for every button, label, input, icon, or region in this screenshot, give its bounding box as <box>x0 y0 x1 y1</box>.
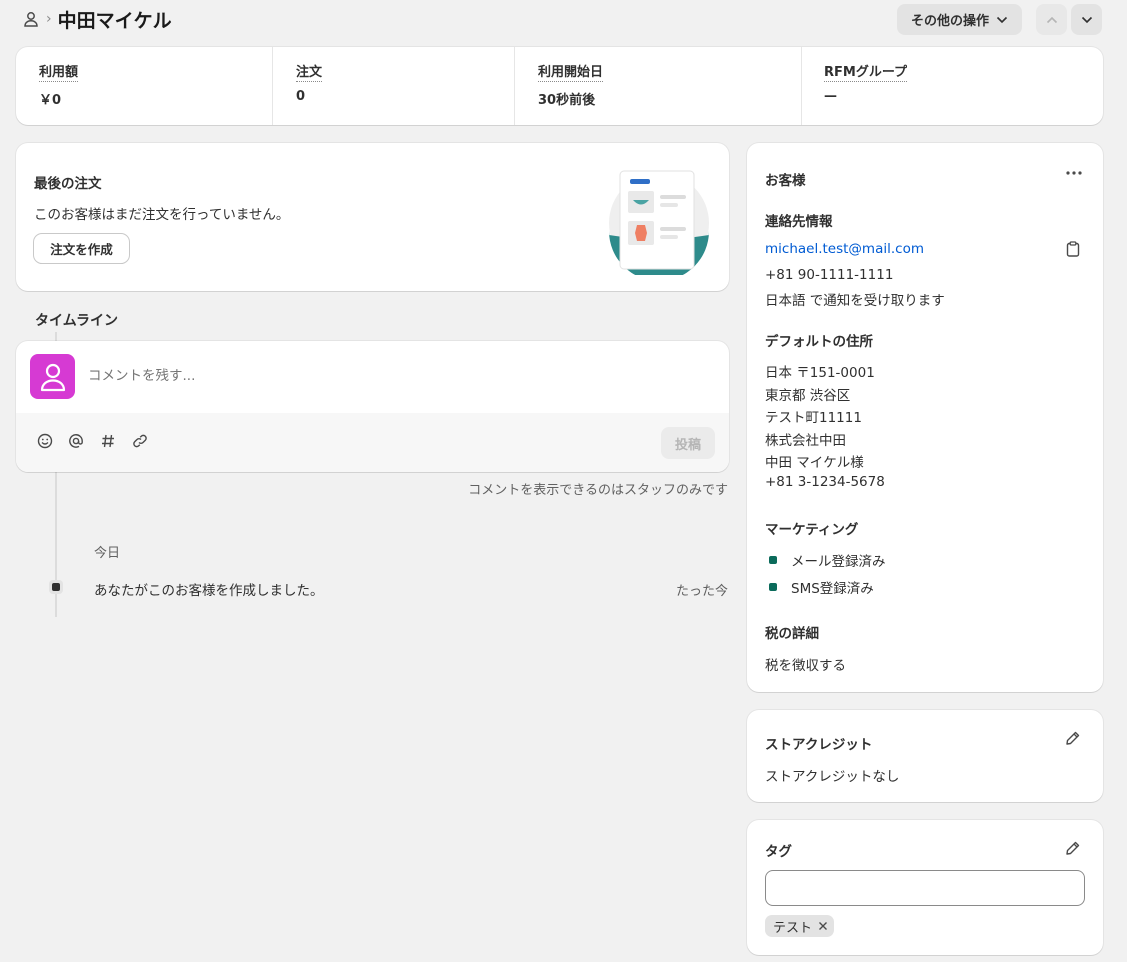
timeline-event-time: たった今 <box>675 584 728 599</box>
post-button[interactable]: 投稿 <box>661 427 715 459</box>
metric-value: 30秒前後 <box>538 93 596 108</box>
clipboard-icon[interactable] <box>1066 241 1080 257</box>
tax-heading: 税の詳細 <box>765 626 819 642</box>
more-horizontal-icon[interactable] <box>1065 170 1083 176</box>
empty-orders-illustration <box>606 165 712 281</box>
timeline-title: タイムライン <box>35 313 119 329</box>
marketing-heading: マーケティング <box>765 522 859 538</box>
more-actions-button[interactable]: その他の操作 <box>897 4 1022 35</box>
tags-card: タグ テスト <box>747 820 1103 955</box>
store-credit-value: ストアクレジットなし <box>765 769 900 785</box>
chevron-up-icon <box>1046 16 1058 24</box>
store-credit-title: ストアクレジット <box>765 737 873 753</box>
store-credit-card: ストアクレジット ストアクレジットなし <box>747 710 1103 802</box>
previous-customer-button[interactable] <box>1036 4 1067 35</box>
breadcrumb-separator-icon: › <box>46 11 52 27</box>
avatar <box>30 354 75 399</box>
page-title: 中田マイケル <box>57 9 172 32</box>
comment-toolbar <box>16 413 729 472</box>
customer-card-title: お客様 <box>765 173 806 189</box>
remove-tag-icon[interactable] <box>818 921 828 931</box>
last-order-title: 最後の注文 <box>34 176 102 192</box>
metric-label[interactable]: 注文 <box>296 61 323 82</box>
metric-label[interactable]: 利用開始日 <box>538 61 604 82</box>
last-order-description: このお客様はまだ注文を行っていません。 <box>34 207 290 223</box>
metric-label[interactable]: 利用額 <box>39 61 79 82</box>
metric-customer-since: 利用開始日 30秒前後 <box>538 61 604 108</box>
notification-language: 日本語 で通知を受け取ります <box>765 293 945 309</box>
post-label: 投稿 <box>674 437 701 453</box>
marketing-item-email: メール登録済み <box>769 550 886 570</box>
address-line: +81 3-1234-5678 <box>765 474 885 490</box>
customer-phone: +81 90-1111-1111 <box>765 267 894 283</box>
metric-value: — <box>824 89 837 104</box>
comment-input[interactable] <box>88 363 688 389</box>
metric-orders: 注文 0 <box>296 61 323 104</box>
metric-divider <box>272 47 273 125</box>
tag-chip: テスト <box>765 915 835 937</box>
mention-icon[interactable] <box>68 433 84 449</box>
person-icon[interactable] <box>22 10 40 28</box>
customer-email-link[interactable]: michael.test@mail.com <box>765 241 924 257</box>
staff-only-note: コメントを表示できるのはスタッフのみです <box>468 483 728 498</box>
metric-spent: 利用額 ￥0 <box>39 61 79 108</box>
address-line: テスト町11111 <box>765 410 862 426</box>
create-order-button[interactable]: 注文を作成 <box>34 234 129 263</box>
timeline-event-marker <box>49 580 63 594</box>
more-actions-label: その他の操作 <box>910 14 989 29</box>
last-order-card: 最後の注文 このお客様はまだ注文を行っていません。 注文を作成 <box>16 143 729 291</box>
metric-label[interactable]: RFMグループ <box>824 61 908 82</box>
tags-input[interactable] <box>765 870 1085 906</box>
address-line: 日本 〒151-0001 <box>765 365 875 381</box>
address-line: 株式会社中田 <box>765 433 846 449</box>
address-heading: デフォルトの住所 <box>765 334 873 350</box>
next-customer-button[interactable] <box>1071 4 1102 35</box>
subscribed-status-icon <box>769 556 777 564</box>
hashtag-icon[interactable] <box>100 433 116 449</box>
link-icon[interactable] <box>132 433 148 449</box>
tag-chip-label: テスト <box>773 920 813 936</box>
tax-value: 税を徴収する <box>765 658 846 674</box>
metric-divider <box>514 47 515 125</box>
timeline-event-text: あなたがこのお客様を作成しました。 <box>94 583 324 599</box>
metric-divider <box>801 47 802 125</box>
comment-box: 投稿 <box>16 341 729 472</box>
metrics-card: 利用額 ￥0 注文 0 利用開始日 30秒前後 RFMグループ — <box>16 47 1103 125</box>
edit-pencil-icon[interactable] <box>1065 840 1081 856</box>
customer-card: お客様 連絡先情報 michael.test@mail.com +81 90-1… <box>747 143 1103 692</box>
address-line: 中田 マイケル様 <box>765 455 864 471</box>
marketing-item-label: メール登録済み <box>791 554 886 570</box>
timeline-date-label: 今日 <box>94 546 121 561</box>
avatar-person-icon <box>39 362 67 392</box>
chevron-down-icon <box>996 16 1008 24</box>
metric-value: ￥0 <box>39 93 62 108</box>
edit-pencil-icon[interactable] <box>1065 730 1081 746</box>
chevron-down-icon <box>1081 16 1093 24</box>
metric-rfm-group: RFMグループ — <box>824 61 908 104</box>
page-header: › 中田マイケル <box>22 6 172 32</box>
contact-heading: 連絡先情報 <box>765 214 833 230</box>
marketing-item-label: SMS登録済み <box>791 581 874 597</box>
subscribed-status-icon <box>769 583 777 591</box>
metric-value: 0 <box>296 89 306 104</box>
create-order-label: 注文を作成 <box>50 242 113 257</box>
marketing-item-sms: SMS登録済み <box>769 577 874 597</box>
tags-title: タグ <box>765 844 792 860</box>
address-line: 東京都 渋谷区 <box>765 388 851 404</box>
emoji-icon[interactable] <box>37 433 53 449</box>
